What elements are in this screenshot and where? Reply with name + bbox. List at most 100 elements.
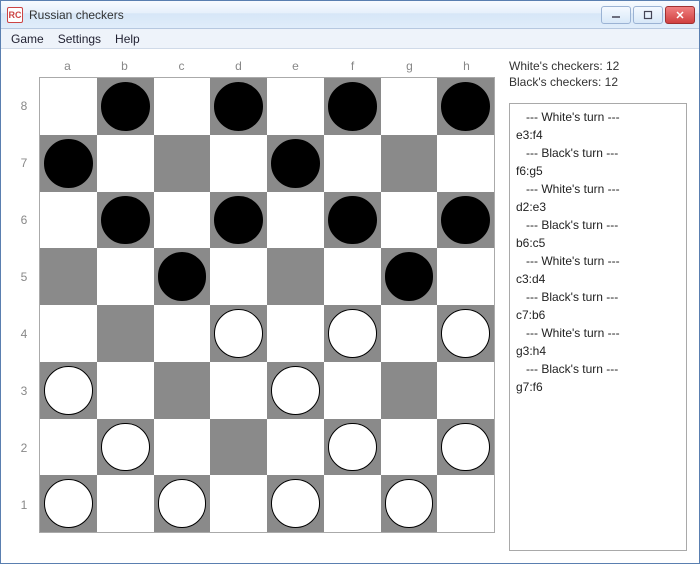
square-d8[interactable] bbox=[210, 78, 267, 135]
square-b4[interactable] bbox=[97, 305, 154, 362]
menu-help[interactable]: Help bbox=[109, 30, 146, 48]
square-g1[interactable] bbox=[381, 475, 438, 532]
square-h3[interactable] bbox=[437, 362, 494, 419]
black-piece[interactable] bbox=[271, 139, 320, 188]
white-piece[interactable] bbox=[158, 479, 207, 528]
square-g4[interactable] bbox=[381, 305, 438, 362]
black-piece[interactable] bbox=[214, 196, 263, 245]
move-turn-label: --- Black's turn --- bbox=[516, 360, 680, 378]
black-piece[interactable] bbox=[328, 82, 377, 131]
square-d7[interactable] bbox=[210, 135, 267, 192]
white-piece[interactable] bbox=[44, 479, 93, 528]
minimize-button[interactable] bbox=[601, 6, 631, 24]
black-piece[interactable] bbox=[214, 82, 263, 131]
square-h5[interactable] bbox=[437, 248, 494, 305]
square-e3[interactable] bbox=[267, 362, 324, 419]
square-f4[interactable] bbox=[324, 305, 381, 362]
white-piece[interactable] bbox=[385, 479, 434, 528]
square-a3[interactable] bbox=[40, 362, 97, 419]
square-e4[interactable] bbox=[267, 305, 324, 362]
square-a2[interactable] bbox=[40, 419, 97, 476]
menu-settings[interactable]: Settings bbox=[52, 30, 107, 48]
square-b1[interactable] bbox=[97, 475, 154, 532]
titlebar[interactable]: RC Russian checkers bbox=[1, 1, 699, 29]
square-h2[interactable] bbox=[437, 419, 494, 476]
maximize-button[interactable] bbox=[633, 6, 663, 24]
square-b7[interactable] bbox=[97, 135, 154, 192]
square-b5[interactable] bbox=[97, 248, 154, 305]
square-g8[interactable] bbox=[381, 78, 438, 135]
white-piece[interactable] bbox=[328, 309, 377, 358]
square-d4[interactable] bbox=[210, 305, 267, 362]
square-h4[interactable] bbox=[437, 305, 494, 362]
close-button[interactable] bbox=[665, 6, 695, 24]
square-b2[interactable] bbox=[97, 419, 154, 476]
move-log[interactable]: --- White's turn ---e3:f4 --- Black's tu… bbox=[509, 103, 687, 551]
square-c4[interactable] bbox=[154, 305, 211, 362]
square-e8[interactable] bbox=[267, 78, 324, 135]
menu-game[interactable]: Game bbox=[5, 30, 50, 48]
square-b3[interactable] bbox=[97, 362, 154, 419]
square-e6[interactable] bbox=[267, 192, 324, 249]
square-h7[interactable] bbox=[437, 135, 494, 192]
square-e2[interactable] bbox=[267, 419, 324, 476]
square-h6[interactable] bbox=[437, 192, 494, 249]
square-c8[interactable] bbox=[154, 78, 211, 135]
move-turn-label: --- Black's turn --- bbox=[516, 144, 680, 162]
white-piece[interactable] bbox=[441, 423, 490, 472]
black-piece[interactable] bbox=[158, 252, 207, 301]
square-f7[interactable] bbox=[324, 135, 381, 192]
square-f8[interactable] bbox=[324, 78, 381, 135]
white-piece[interactable] bbox=[214, 309, 263, 358]
checkerboard[interactable] bbox=[39, 77, 495, 533]
square-a5[interactable] bbox=[40, 248, 97, 305]
square-d6[interactable] bbox=[210, 192, 267, 249]
square-c2[interactable] bbox=[154, 419, 211, 476]
white-piece[interactable] bbox=[101, 423, 150, 472]
square-h8[interactable] bbox=[437, 78, 494, 135]
square-c3[interactable] bbox=[154, 362, 211, 419]
square-b6[interactable] bbox=[97, 192, 154, 249]
square-d3[interactable] bbox=[210, 362, 267, 419]
white-piece[interactable] bbox=[271, 479, 320, 528]
square-c7[interactable] bbox=[154, 135, 211, 192]
black-piece[interactable] bbox=[441, 196, 490, 245]
square-d1[interactable] bbox=[210, 475, 267, 532]
black-piece[interactable] bbox=[385, 252, 434, 301]
square-d2[interactable] bbox=[210, 419, 267, 476]
square-a1[interactable] bbox=[40, 475, 97, 532]
black-piece[interactable] bbox=[441, 82, 490, 131]
square-g7[interactable] bbox=[381, 135, 438, 192]
white-piece[interactable] bbox=[328, 423, 377, 472]
white-piece[interactable] bbox=[44, 366, 93, 415]
square-g5[interactable] bbox=[381, 248, 438, 305]
square-d5[interactable] bbox=[210, 248, 267, 305]
white-piece[interactable] bbox=[441, 309, 490, 358]
square-e5[interactable] bbox=[267, 248, 324, 305]
square-a7[interactable] bbox=[40, 135, 97, 192]
square-g6[interactable] bbox=[381, 192, 438, 249]
white-piece[interactable] bbox=[271, 366, 320, 415]
black-piece[interactable] bbox=[101, 82, 150, 131]
square-c6[interactable] bbox=[154, 192, 211, 249]
square-e7[interactable] bbox=[267, 135, 324, 192]
square-c1[interactable] bbox=[154, 475, 211, 532]
row-label-7: 7 bbox=[9, 134, 39, 191]
square-e1[interactable] bbox=[267, 475, 324, 532]
square-g3[interactable] bbox=[381, 362, 438, 419]
square-f2[interactable] bbox=[324, 419, 381, 476]
square-f3[interactable] bbox=[324, 362, 381, 419]
square-a8[interactable] bbox=[40, 78, 97, 135]
black-piece[interactable] bbox=[101, 196, 150, 245]
square-a6[interactable] bbox=[40, 192, 97, 249]
square-c5[interactable] bbox=[154, 248, 211, 305]
square-h1[interactable] bbox=[437, 475, 494, 532]
square-f1[interactable] bbox=[324, 475, 381, 532]
square-g2[interactable] bbox=[381, 419, 438, 476]
black-piece[interactable] bbox=[44, 139, 93, 188]
square-f5[interactable] bbox=[324, 248, 381, 305]
square-b8[interactable] bbox=[97, 78, 154, 135]
square-a4[interactable] bbox=[40, 305, 97, 362]
square-f6[interactable] bbox=[324, 192, 381, 249]
black-piece[interactable] bbox=[328, 196, 377, 245]
